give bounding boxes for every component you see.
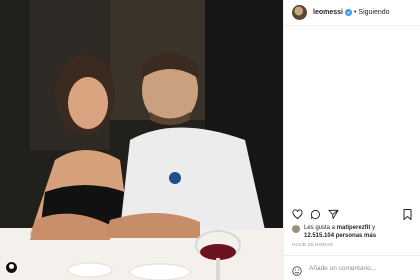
liker-username-link[interactable]: matiperezfit bbox=[337, 225, 371, 231]
post-photo[interactable] bbox=[0, 0, 283, 280]
paper-plane-icon[interactable] bbox=[328, 207, 339, 220]
tagged-user-icon[interactable] bbox=[5, 261, 18, 274]
photo-illustration bbox=[0, 0, 283, 280]
post-sidebar: leomessi • Siguiendo Les gusta a matiper… bbox=[283, 0, 420, 280]
likes-summary: Les gusta a matiperezfit y 12.515.104 pe… bbox=[292, 224, 419, 240]
username-link[interactable]: leomessi bbox=[313, 9, 343, 16]
post-timestamp: HACE 15 HORAS bbox=[292, 243, 333, 248]
verified-badge-icon bbox=[344, 9, 352, 16]
comment-input[interactable] bbox=[309, 264, 409, 272]
comment-icon[interactable] bbox=[310, 207, 321, 220]
likes-count-link[interactable]: 12.515.104 personas más bbox=[304, 233, 376, 239]
liker-avatar[interactable] bbox=[292, 225, 300, 233]
heart-icon[interactable] bbox=[292, 207, 303, 220]
post-header: leomessi • Siguiendo bbox=[284, 0, 420, 26]
action-bar bbox=[292, 207, 339, 220]
comment-bar bbox=[284, 255, 420, 280]
separator-dot: • bbox=[353, 9, 357, 16]
bookmark-icon[interactable] bbox=[403, 207, 412, 220]
likes-conjunction: y bbox=[372, 225, 376, 231]
likes-text: Les gusta a matiperezfit y 12.515.104 pe… bbox=[304, 224, 419, 240]
smiley-icon[interactable] bbox=[292, 263, 302, 276]
avatar[interactable] bbox=[292, 5, 307, 20]
follow-status-button[interactable]: Siguiendo bbox=[358, 9, 389, 16]
likes-prefix: Les gusta a bbox=[304, 225, 336, 231]
